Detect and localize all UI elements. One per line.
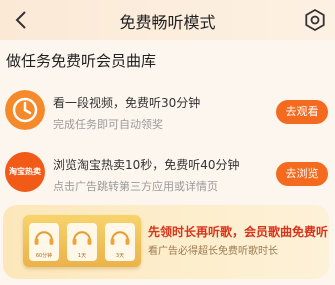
top-bar: 免费畅听模式 [0, 0, 335, 40]
banner-title: 先领时长再听歌，会员歌曲免费听 [148, 225, 329, 239]
settings-icon[interactable] [303, 8, 327, 32]
task-title: 浏览淘宝热卖10秒，免费听40分钟 [53, 158, 240, 172]
task-title: 看一段视频，免费听30分钟 [53, 96, 201, 110]
banner-subtitle: 看广告必得超长免费听歌时长 [148, 246, 278, 257]
taobao-logo-icon: 淘宝热卖 [5, 152, 45, 192]
task-item-watch-video: 看一段视频，免费听30分钟 完成任务即可自动领奖 去观看 [0, 82, 335, 144]
free-listen-banner[interactable]: 60分钟 1天 3天 先领时长再听歌，会员歌曲免费听 看广告必得超长免费听歌时长 [3, 205, 329, 279]
taobao-logo-text: 淘宝热卖 [9, 167, 41, 176]
slot-label: 3天 [115, 253, 125, 259]
slot-label: 1天 [77, 253, 87, 259]
task-subtitle: 点击广告跳转第三方应用或详情页 [53, 180, 218, 193]
prize-slot-machine: 60分钟 1天 3天 [23, 215, 141, 267]
section-title: 做任务免费听会员曲库 [6, 52, 157, 70]
headphones-icon [34, 231, 54, 245]
slot-60min: 60分钟 [29, 223, 59, 261]
browse-taobao-button[interactable]: 去浏览 [276, 162, 328, 186]
headphones-icon [72, 231, 92, 245]
clock-icon [5, 90, 45, 130]
watch-video-button[interactable]: 去观看 [276, 100, 328, 124]
task-item-browse-taobao: 淘宝热卖 浏览淘宝热卖10秒，免费听40分钟 点击广告跳转第三方应用或详情页 去… [0, 144, 335, 206]
page-title: 免费畅听模式 [119, 13, 216, 32]
slot-label: 60分钟 [35, 253, 53, 259]
task-subtitle: 完成任务即可自动领奖 [53, 118, 163, 131]
headphones-icon [110, 231, 130, 245]
slot-1day: 1天 [67, 223, 97, 261]
slot-3days: 3天 [105, 223, 135, 261]
